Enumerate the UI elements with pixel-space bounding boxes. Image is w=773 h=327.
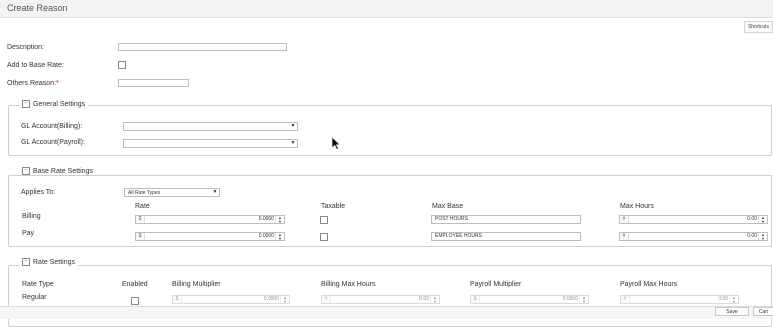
gl-billing-value [124, 124, 127, 130]
collapse-icon[interactable]: - [22, 100, 30, 108]
max-hours-column-header: Max Hours [620, 203, 654, 210]
applies-to-value: All Rate Types [128, 190, 161, 196]
currency-prefix: $ [471, 296, 480, 303]
pay-rate-input[interactable]: $ 0.0000 ▲ ▼ [135, 232, 285, 241]
regular-payroll-multiplier-value: 0.0000 [562, 296, 578, 302]
rate-settings-title: Rate Settings [33, 258, 76, 266]
hours-prefix: # [322, 296, 331, 303]
pay-max-hours-input[interactable]: # 0.00 ▲ ▼ [619, 232, 768, 241]
spinner-icon[interactable]: ▲ ▼ [729, 296, 738, 303]
billing-rate-value: 0.0000 [258, 216, 274, 222]
others-reason-label: Others Reason:* [7, 80, 59, 87]
shortcuts-button[interactable]: Shortcuts [744, 21, 773, 33]
description-input[interactable] [118, 43, 287, 51]
gl-payroll-value [124, 141, 127, 147]
regular-payroll-multiplier-input[interactable]: $ 0.0000 ▲ ▼ [470, 295, 589, 304]
base-rate-settings-legend: - Base Rate Settings [19, 167, 96, 175]
rate-type-column-header: Rate Type [22, 281, 54, 288]
payroll-multiplier-column-header: Payroll Multiplier [470, 281, 522, 288]
chevron-down-icon: ▼ [290, 140, 296, 146]
base-rate-settings-title: Base Rate Settings [33, 167, 93, 175]
billing-max-hours-column-header: Billing Max Hours [321, 281, 376, 288]
spinner-icon[interactable]: ▲ ▼ [758, 216, 767, 223]
spinner-icon[interactable]: ▲ ▼ [275, 216, 284, 223]
billing-multiplier-column-header: Billing Multiplier [172, 281, 221, 288]
chevron-down-icon: ▼ [290, 123, 296, 129]
billing-max-hours-value: 0.00 [747, 216, 757, 222]
gl-billing-label: GL Account(Billing): [21, 123, 83, 130]
regular-payroll-max-hours-input[interactable]: # 0.00 ▲ ▼ [620, 295, 739, 304]
pay-max-hours-value: 0.00 [747, 233, 757, 239]
billing-taxable-checkbox[interactable] [320, 216, 328, 224]
gl-payroll-select[interactable]: ▼ [123, 139, 298, 148]
collapse-icon[interactable]: - [22, 258, 30, 266]
footer-bar [0, 306, 773, 319]
description-label: Description: [7, 44, 44, 51]
billing-max-hours-input[interactable]: # 0.00 ▲ ▼ [619, 215, 768, 224]
spinner-icon[interactable]: ▲ ▼ [280, 296, 289, 303]
pay-taxable-checkbox[interactable] [320, 233, 328, 241]
regular-billing-multiplier-input[interactable]: $ 0.0000 ▲ ▼ [172, 295, 290, 304]
hours-prefix: # [621, 296, 630, 303]
general-settings-legend: - General Settings [19, 100, 89, 108]
regular-billing-multiplier-value: 0.0000 [263, 296, 279, 302]
gl-billing-select[interactable]: ▼ [123, 122, 298, 131]
currency-prefix: $ [136, 233, 145, 240]
max-base-column-header: Max Base [432, 203, 464, 210]
gl-payroll-label: GL Account(Payroll): [21, 139, 85, 146]
add-to-base-rate-checkbox[interactable] [118, 61, 126, 69]
enabled-column-header: Enabled [122, 281, 148, 288]
taxable-column-header: Taxable [321, 203, 346, 210]
spinner-icon[interactable]: ▲ ▼ [579, 296, 588, 303]
add-to-base-rate-label: Add to Base Rate: [7, 62, 64, 69]
billing-rate-input[interactable]: $ 0.0000 ▲ ▼ [135, 215, 285, 224]
spinner-icon[interactable]: ▲ ▼ [758, 233, 767, 240]
regular-row-label: Regular [22, 294, 47, 301]
pay-max-base-input[interactable]: EMPLOYEE HOURS [431, 232, 581, 241]
general-settings-title: General Settings [33, 100, 86, 108]
regular-payroll-max-hours-value: 0.00 [718, 296, 728, 302]
others-reason-input[interactable] [118, 79, 189, 87]
currency-prefix: $ [136, 216, 145, 223]
rate-settings-legend: - Rate Settings [19, 258, 79, 266]
hours-prefix: # [620, 233, 629, 240]
others-reason-label-text: Others Reason: [7, 80, 57, 87]
window-titlebar [0, 0, 773, 18]
regular-enabled-checkbox[interactable] [131, 297, 139, 305]
pay-rate-value: 0.0000 [258, 233, 274, 239]
cancel-button[interactable]: Can [753, 307, 773, 316]
applies-to-label: Applies To: [21, 189, 56, 196]
required-marker: * [56, 80, 59, 87]
pay-row-label: Pay [22, 230, 35, 237]
spinner-icon[interactable]: ▲ ▼ [430, 296, 439, 303]
save-button[interactable]: Save [715, 307, 749, 316]
collapse-icon[interactable]: - [22, 167, 30, 175]
currency-prefix: $ [173, 296, 182, 303]
billing-max-base-input[interactable]: POST HOURS [431, 215, 581, 224]
applies-to-select[interactable]: All Rate Types ▼ [124, 188, 220, 197]
billing-row-label: Billing [22, 213, 41, 220]
mouse-cursor-icon [331, 136, 341, 150]
rate-column-header: Rate [135, 203, 150, 210]
window-title: Create Reason [7, 3, 68, 13]
spinner-icon[interactable]: ▲ ▼ [275, 233, 284, 240]
regular-billing-max-hours-value: 0.00 [419, 296, 429, 302]
regular-billing-max-hours-input[interactable]: # 0.00 ▲ ▼ [321, 295, 440, 304]
chevron-down-icon: ▼ [212, 189, 218, 195]
hours-prefix: # [620, 216, 629, 223]
payroll-max-hours-column-header: Payroll Max Hours [620, 281, 678, 288]
